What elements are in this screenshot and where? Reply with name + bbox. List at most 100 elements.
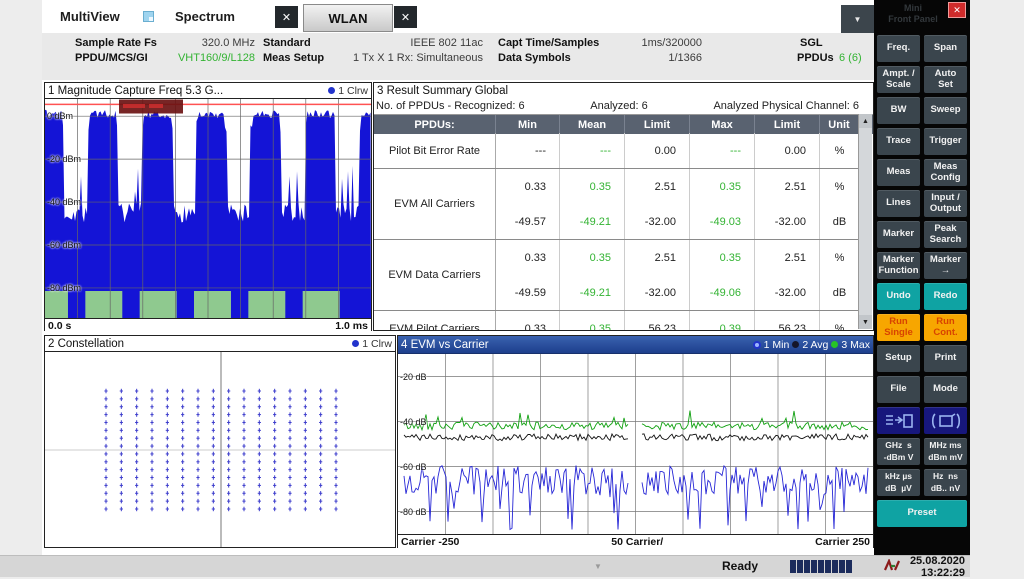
sidebar-key-lines[interactable]: Lines xyxy=(877,190,920,217)
sidebar-key-sweep[interactable]: Sweep xyxy=(924,97,967,124)
table-cell: % xyxy=(820,169,859,204)
tab-list-dropdown-button[interactable]: ▼ xyxy=(841,5,874,33)
key-row: UndoRedo xyxy=(877,283,967,310)
progress-block xyxy=(811,560,817,573)
sidebar-key-window-rotate-icon[interactable] xyxy=(924,407,967,434)
standard-label: Standard xyxy=(263,37,311,49)
window-constellation[interactable]: 2 Constellation 1 Clrw xyxy=(44,335,396,548)
sidebar-key-marker[interactable]: Marker xyxy=(877,221,920,248)
close-icon: ✕ xyxy=(282,11,291,24)
table-cell: 0.00 xyxy=(625,133,690,168)
status-bar: ▼ Ready 25.08.2020 13:22:29 xyxy=(0,555,970,577)
progress-block xyxy=(832,560,838,573)
screen: MultiView Spectrum ✕ WLAN ✕ ▼ Sample Rat… xyxy=(0,0,1024,576)
sidebar-key-undo[interactable]: Undo xyxy=(877,283,920,310)
min-trace-dot-icon xyxy=(753,341,761,349)
sidebar-key-setup[interactable]: Setup xyxy=(877,345,920,372)
ppdu-mcs-gi-value: VHT160/9/L128 xyxy=(142,52,255,64)
chevron-down-icon[interactable]: ▼ xyxy=(594,562,602,571)
sidebar-key-display-export-icon[interactable] xyxy=(877,407,920,434)
ppdu-mcs-gi-label: PPDU/MCS/GI xyxy=(75,52,148,64)
key-row: Marker FunctionMarker → xyxy=(877,252,967,279)
sidebar-key-hz-ns-db-nv[interactable]: Hz ns dB.. nV xyxy=(924,469,967,496)
window2-title: 2 Constellation xyxy=(48,338,124,350)
sidebar-key-marker[interactable]: Marker → xyxy=(924,252,967,279)
sidebar-key-peak-search[interactable]: Peak Search xyxy=(924,221,967,248)
close-panel-button[interactable]: ✕ xyxy=(948,2,966,18)
sidebar-key-khz-s-db-v[interactable]: kHz µs dB µV xyxy=(877,469,920,496)
scroll-down-button[interactable]: ▼ xyxy=(859,315,872,329)
sidebar-key-mhz-ms-dbm-mv[interactable]: MHz ms dBm mV xyxy=(924,438,967,465)
window-magnitude-capture[interactable]: 1 Magnitude Capture Freq 5.3 G... 1 Clrw… xyxy=(44,82,372,331)
evm-svg xyxy=(398,354,873,534)
trace1-label: 1 Clrw xyxy=(338,85,368,97)
avg-trace-dot-icon xyxy=(792,341,799,348)
close-spectrum-tab-button[interactable]: ✕ xyxy=(275,6,298,28)
table-cell: 0.33 xyxy=(496,169,560,204)
chevron-down-icon: ▼ xyxy=(854,15,862,24)
table-cell: 56.23 xyxy=(755,311,820,330)
table-cell: 0.33 xyxy=(496,311,560,330)
sidebar-key-freq[interactable]: Freq. xyxy=(877,35,920,62)
sidebar-key-file[interactable]: File xyxy=(877,376,920,403)
avg-trace-label: 2 Avg xyxy=(802,339,828,351)
date-time: 25.08.2020 13:22:29 xyxy=(905,554,965,579)
sidebar-key-run-single[interactable]: Run Single xyxy=(877,314,920,341)
sidebar-key-mode[interactable]: Mode xyxy=(924,376,967,403)
window2-titlebar: 2 Constellation 1 Clrw xyxy=(45,336,395,352)
table-cell: --- xyxy=(496,133,560,168)
row-name: EVM All Carriers xyxy=(374,169,496,239)
sidebar-key-trigger[interactable]: Trigger xyxy=(924,128,967,155)
sidebar-key-meas[interactable]: Meas xyxy=(877,159,920,186)
table-scrollbar[interactable]: ▲ ▼ xyxy=(858,114,872,329)
key-row: Freq.Span xyxy=(877,35,967,62)
sidebar-key-preset[interactable]: Preset xyxy=(877,500,967,527)
meas-setup-value: 1 Tx X 1 Rx: Simultaneous xyxy=(342,52,483,64)
tab-wlan-label: WLAN xyxy=(329,11,368,26)
analyzer-application: MultiView Spectrum ✕ WLAN ✕ ▼ Sample Rat… xyxy=(42,0,874,555)
table-cell: --- xyxy=(690,133,755,168)
sidebar-key-marker-function[interactable]: Marker Function xyxy=(877,252,920,279)
key-row: FileMode xyxy=(877,376,967,403)
channel-tab-bar: MultiView Spectrum ✕ WLAN ✕ ▼ xyxy=(42,0,874,33)
sidebar-key-ghz-s-dbm-v[interactable]: GHz s -dBm V xyxy=(877,438,920,465)
table-cell: -32.00 xyxy=(625,275,690,310)
table-cell: -49.57 xyxy=(496,204,560,239)
table-cell: dB xyxy=(820,204,859,239)
close-wlan-tab-button[interactable]: ✕ xyxy=(394,6,417,28)
sidebar-key-run-cont[interactable]: Run Cont. xyxy=(924,314,967,341)
window-evm-vs-carrier[interactable]: 4 EVM vs Carrier 1 Min 2 Avg 3 Max -20 d… xyxy=(397,335,874,548)
sidebar-key-auto-set[interactable]: Auto Set xyxy=(924,66,967,93)
status-text: Ready xyxy=(722,559,758,573)
column-header-limit: Limit xyxy=(625,115,690,134)
table-cell: 0.35 xyxy=(690,240,755,275)
progress-block xyxy=(790,560,796,573)
sidebar-key-input-output[interactable]: Input / Output xyxy=(924,190,967,217)
progress-block xyxy=(818,560,824,573)
key-row: Ampt. / ScaleAuto Set xyxy=(877,66,967,93)
window1-trace-legend: 1 Clrw xyxy=(328,85,368,97)
window-result-summary[interactable]: 3 Result Summary Global No. of PPDUs - R… xyxy=(373,82,874,331)
sidebar-key-bw[interactable]: BW xyxy=(877,97,920,124)
sidebar-key-print[interactable]: Print xyxy=(924,345,967,372)
trace1-label: 1 Clrw xyxy=(362,338,392,350)
progress-block xyxy=(797,560,803,573)
row-name: EVM Data Carriers xyxy=(374,240,496,310)
sidebar-key-meas-config[interactable]: Meas Config xyxy=(924,159,967,186)
table-cell: -49.21 xyxy=(560,275,625,310)
sidebar-key-redo[interactable]: Redo xyxy=(924,283,967,310)
sidebar-key-ampt-scale[interactable]: Ampt. / Scale xyxy=(877,66,920,93)
x-axis-start-label: 0.0 s xyxy=(48,320,71,332)
tab-wlan[interactable]: WLAN xyxy=(303,4,393,32)
table-cell: 0.35 xyxy=(560,311,625,330)
tab-multiview[interactable]: MultiView xyxy=(60,9,120,24)
table-cell: 0.00 xyxy=(755,133,820,168)
sidebar-key-span[interactable]: Span xyxy=(924,35,967,62)
tab-spectrum[interactable]: Spectrum xyxy=(175,9,235,24)
column-header-ppdus: PPDUs: xyxy=(374,115,496,134)
column-header-limit: Limit xyxy=(755,115,820,134)
sidebar-key-trace[interactable]: Trace xyxy=(877,128,920,155)
scroll-up-button[interactable]: ▲ xyxy=(859,114,872,128)
key-row: Preset xyxy=(877,500,967,527)
key-row: MarkerPeak Search xyxy=(877,221,967,248)
